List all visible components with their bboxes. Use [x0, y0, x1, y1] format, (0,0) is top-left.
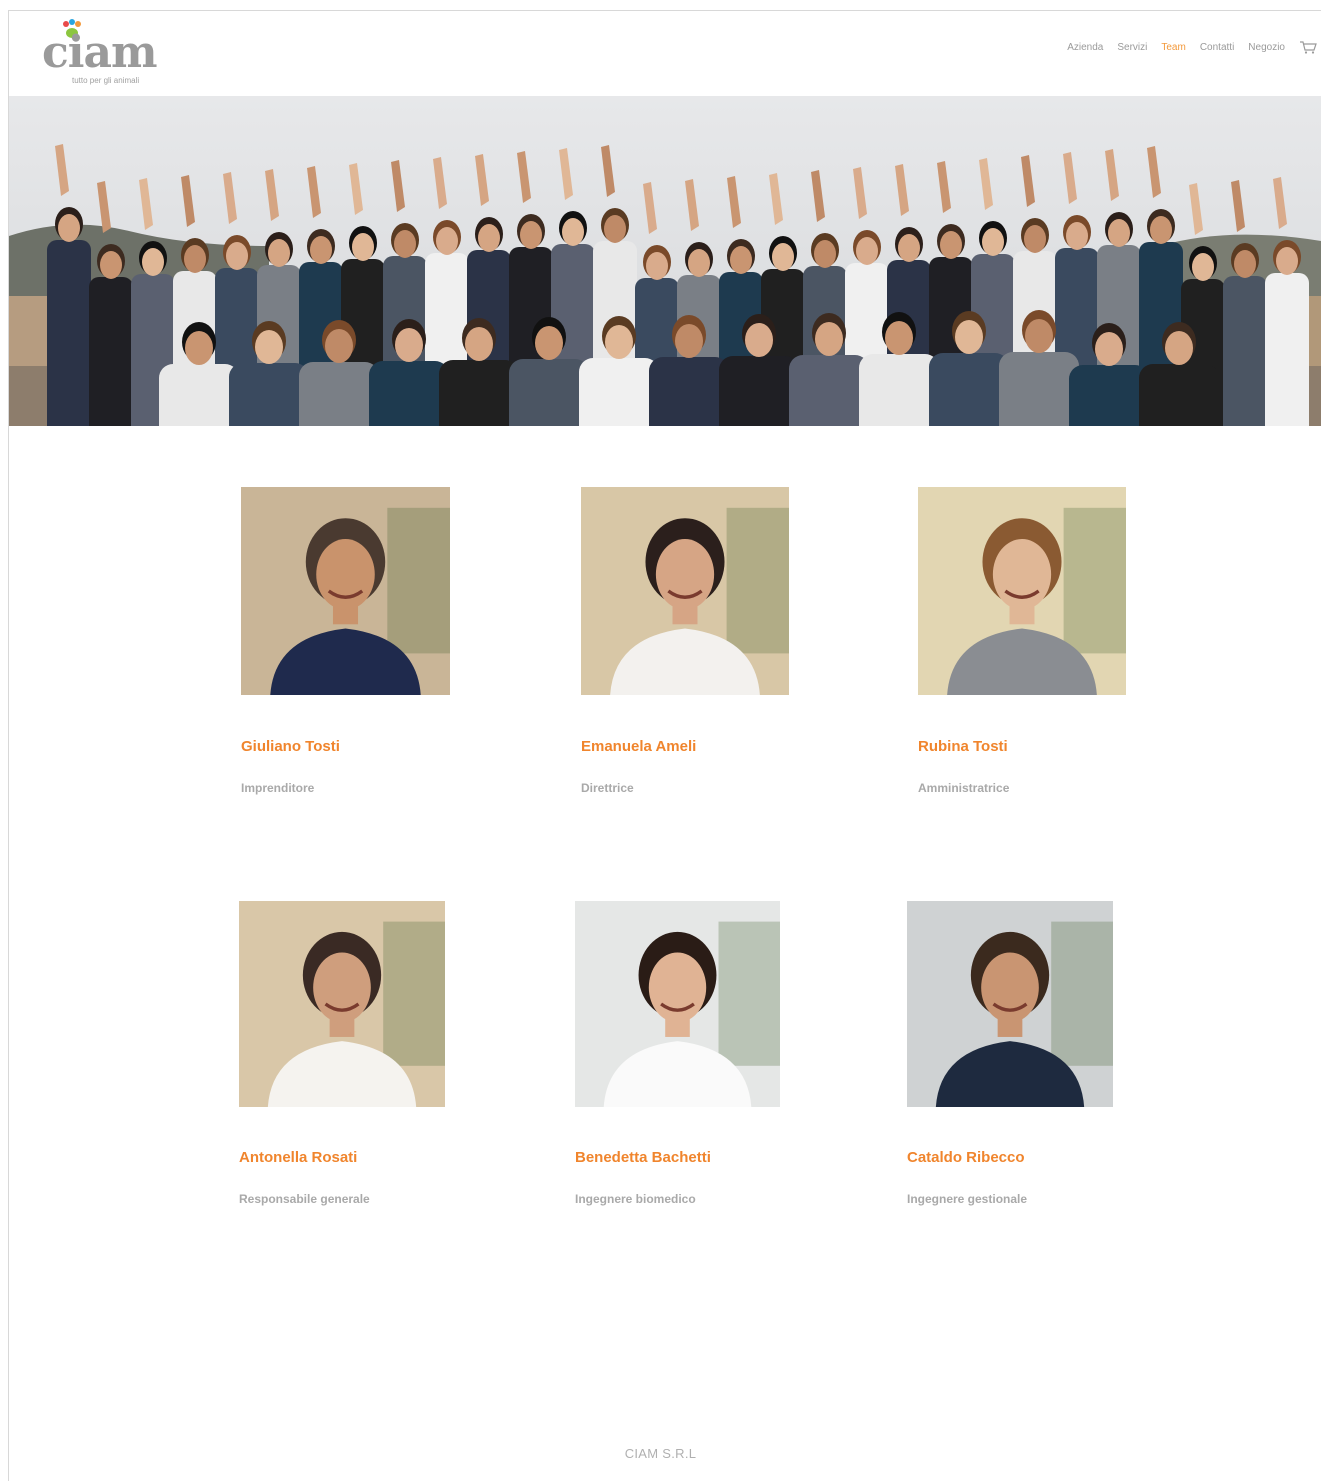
nav-item-servizi[interactable]: Servizi [1117, 42, 1147, 53]
team-card: Rubina Tosti Amministratrice [918, 487, 1178, 795]
nav-item-team[interactable]: Team [1161, 42, 1185, 53]
site-logo[interactable]: ciam tutto per gli animali [42, 19, 158, 89]
footer-company: CIAM S.R.L [624, 1446, 697, 1461]
team-member-name: Emanuela Ameli [581, 738, 697, 755]
site-header: ciam tutto per gli animali Azienda Servi… [9, 11, 1321, 96]
nav-item-negozio[interactable]: Negozio [1248, 42, 1285, 53]
team-member-photo [575, 901, 780, 1107]
team-member-role: Ingegnere biomedico [575, 1192, 696, 1206]
team-member-photo [581, 487, 789, 695]
team-member-photo [907, 901, 1113, 1107]
team-member-photo [241, 487, 450, 695]
team-member-photo [918, 487, 1126, 695]
team-card: Antonella Rosati Responsabile generale [239, 901, 499, 1206]
team-member-role: Responsabile generale [239, 1192, 370, 1206]
logo-wordmark: ciam [42, 27, 158, 78]
team-member-photo [239, 901, 445, 1107]
hero-team-photo [9, 96, 1321, 426]
team-member-name: Benedetta Bachetti [575, 1149, 711, 1166]
team-card: Emanuela Ameli Direttrice [581, 487, 841, 795]
team-member-role: Amministratrice [918, 781, 1010, 795]
team-member-name: Rubina Tosti [918, 738, 1008, 755]
team-member-name: Cataldo Ribecco [907, 1149, 1025, 1166]
team-card: Giuliano Tosti Imprenditore [241, 487, 501, 795]
site-footer: CIAM S.R.L [0, 1445, 1321, 1463]
cart-icon[interactable] [1299, 40, 1317, 54]
logo-tagline: tutto per gli animali [72, 76, 140, 85]
team-member-name: Antonella Rosati [239, 1149, 358, 1166]
team-member-name: Giuliano Tosti [241, 738, 340, 755]
team-card: Cataldo Ribecco Ingegnere gestionale [907, 901, 1167, 1206]
nav-item-contatti[interactable]: Contatti [1200, 42, 1234, 53]
team-member-role: Ingegnere gestionale [907, 1192, 1028, 1206]
nav-item-azienda[interactable]: Azienda [1067, 42, 1103, 53]
main-nav: Azienda Servizi Team Contatti Negozio [1067, 40, 1317, 54]
team-card: Benedetta Bachetti Ingegnere biomedico [575, 901, 835, 1206]
team-member-role: Direttrice [581, 781, 634, 795]
team-member-role: Imprenditore [241, 781, 315, 795]
